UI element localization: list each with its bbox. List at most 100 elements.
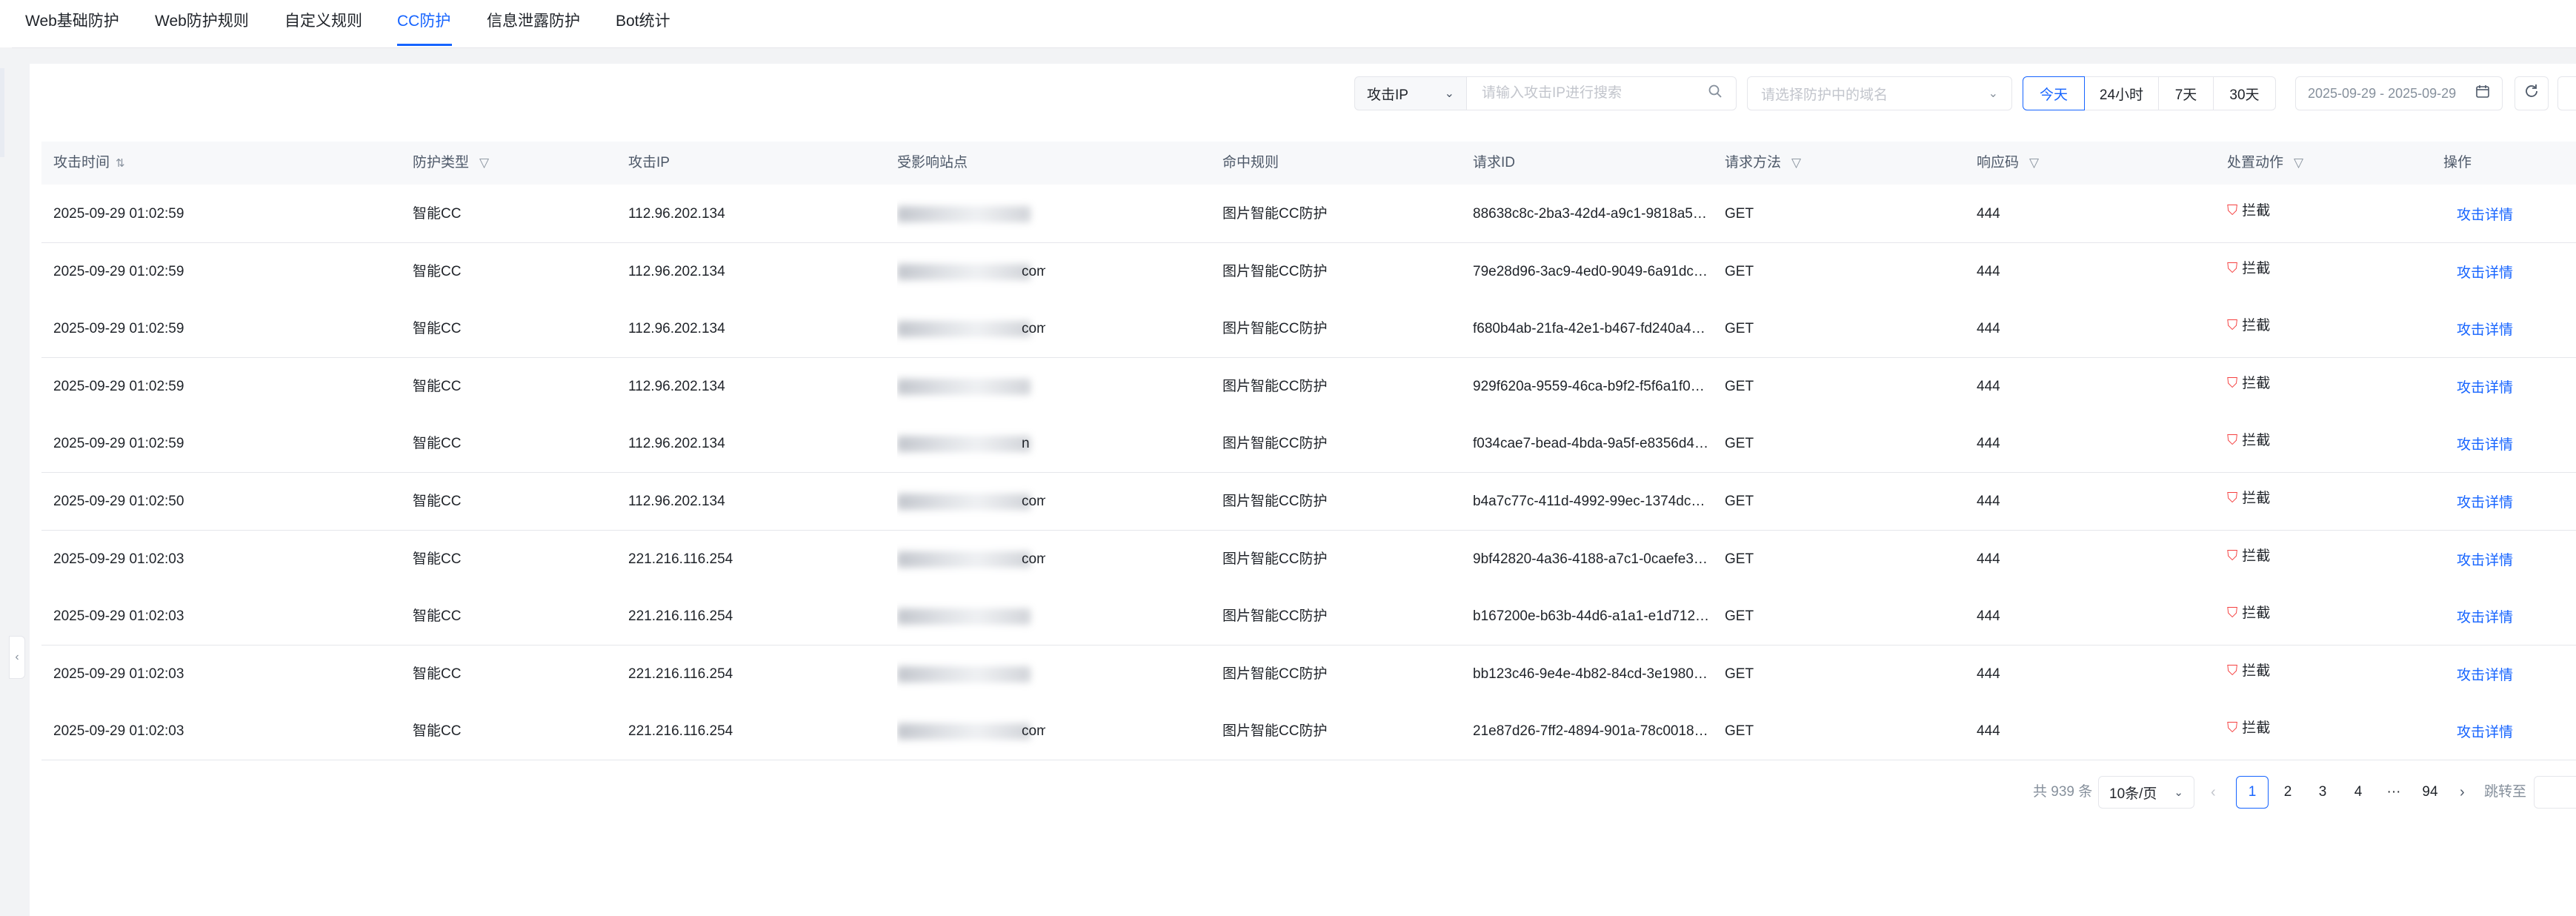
action-cell: ⛉ 拦截 <box>2227 585 2270 642</box>
affected-site-cell <box>897 588 1045 645</box>
request-method-cell: GET <box>1725 263 1754 279</box>
attack-detail-link[interactable]: 攻击详情 <box>2457 647 2513 704</box>
filter-icon[interactable]: ▽ <box>2029 142 2039 185</box>
table-row: 2025-09-29 01:02:59 智能CC 112.96.202.134 n 图片… <box>41 415 2576 474</box>
affected-site-cell: com <box>897 300 1045 357</box>
collapse-handle[interactable]: ‹ <box>9 636 25 679</box>
attack-detail-link[interactable]: 攻击详情 <box>2457 302 2513 359</box>
action-cell: ⛉ 拦截 <box>2227 643 2270 700</box>
page-jump-input[interactable] <box>2534 776 2576 809</box>
action-label: 拦截 <box>2242 663 2271 679</box>
attack-time-cell: 2025-09-29 01:02:03 <box>53 608 184 625</box>
domain-select[interactable]: 请选择防护中的域名 ⌄ <box>1747 76 2012 110</box>
filter-icon[interactable]: ▽ <box>2294 142 2303 185</box>
page-item-1[interactable]: 1 <box>2236 776 2269 809</box>
attack-detail-link[interactable]: 攻击详情 <box>2457 187 2513 244</box>
column-label: 处置动作 <box>2227 155 2284 170</box>
next-page-icon[interactable]: › <box>2460 781 2465 803</box>
redacted-site-blur <box>897 321 1031 338</box>
range-7d-button[interactable]: 7天 <box>2159 76 2214 110</box>
action-cell: ⛉ 拦截 <box>2227 470 2270 527</box>
tab-info-leak-protection[interactable]: 信息泄露防护 <box>487 10 580 33</box>
action-label: 拦截 <box>2242 605 2271 622</box>
protection-type-cell: 智能CC <box>413 723 462 740</box>
time-range-group: 今天 24小时 7天 30天 <box>2023 76 2276 110</box>
protection-type-cell: 智能CC <box>413 263 462 279</box>
attack-detail-link[interactable]: 攻击详情 <box>2457 589 2513 646</box>
redacted-site-blur <box>897 206 1031 222</box>
attack-ip-cell: 112.96.202.134 <box>628 206 725 222</box>
filter-icon[interactable]: ▽ <box>1791 142 1801 185</box>
response-code-cell: 444 <box>1977 378 2000 394</box>
column-header-attack-time[interactable]: 攻击时间 ⇅ <box>53 142 125 185</box>
range-today-button[interactable]: 今天 <box>2023 76 2085 110</box>
attack-detail-link[interactable]: 攻击详情 <box>2457 359 2513 416</box>
hit-rule-cell: 图片智能CC防护 <box>1222 436 1328 452</box>
refresh-button[interactable] <box>2515 76 2549 110</box>
column-header-hit-rule: 命中规则 <box>1222 155 1279 170</box>
page-item-3[interactable]: 3 <box>2306 776 2339 809</box>
site-visible-tail: com <box>1022 494 1045 509</box>
tab-custom-rules[interactable]: 自定义规则 <box>284 10 362 33</box>
attack-detail-link[interactable]: 攻击详情 <box>2457 416 2513 474</box>
chevron-down-icon: ⌄ <box>2174 786 2183 799</box>
page-item-2[interactable]: 2 <box>2272 776 2304 809</box>
page-ellipsis[interactable]: ··· <box>2377 776 2410 809</box>
table-row: 2025-09-29 01:02:03 智能CC 221.216.116.254 图片… <box>41 585 2576 646</box>
action-cell: ⛉ 拦截 <box>2227 297 2270 354</box>
range-30d-button[interactable]: 30天 <box>2214 76 2276 110</box>
table-header: 攻击时间 ⇅ 防护类型 ▽ 攻击IP 受影响站点 命中规则 请求ID 请求方法 ▽ 响… <box>41 142 2576 185</box>
action-label: 拦截 <box>2242 375 2271 391</box>
tab-bot-stats[interactable]: Bot统计 <box>616 10 670 33</box>
chevron-left-icon: ‹ <box>15 651 19 663</box>
tab-web-protection-rules[interactable]: Web防护规则 <box>155 10 249 33</box>
affected-site-cell: com <box>897 473 1045 530</box>
search-box <box>1467 76 1737 110</box>
table-row: 2025-09-29 01:02:03 智能CC 221.216.116.254 co… <box>41 700 2576 761</box>
tab-cc-protection[interactable]: CC防护 <box>397 10 450 33</box>
tab-web-basic-protection[interactable]: Web基础防护 <box>25 10 119 33</box>
column-header-operations: 操作 <box>2443 155 2472 170</box>
attack-time-cell: 2025-09-29 01:02:03 <box>53 551 184 567</box>
hit-rule-cell: 图片智能CC防护 <box>1222 723 1328 740</box>
filter-type-select[interactable]: 攻击IP ⌄ <box>1354 76 1467 110</box>
date-range-picker[interactable]: 2025-09-29 - 2025-09-29 <box>2295 76 2503 110</box>
request-id-cell: f680b4ab-21fa-42e1-b467-fd240a4a… <box>1473 321 1710 337</box>
filter-icon[interactable]: ▽ <box>479 142 489 185</box>
attack-detail-link[interactable]: 攻击详情 <box>2457 474 2513 531</box>
affected-site-cell <box>897 358 1045 415</box>
redacted-site-blur <box>897 436 1031 453</box>
shield-block-icon: ⛉ <box>2227 605 2238 622</box>
request-method-cell: GET <box>1725 321 1754 337</box>
affected-site-cell <box>897 645 1045 703</box>
affected-site-cell <box>897 185 1045 242</box>
attack-detail-link[interactable]: 攻击详情 <box>2457 704 2513 761</box>
search-input[interactable] <box>1480 84 1708 102</box>
action-label: 拦截 <box>2242 260 2271 276</box>
settings-button[interactable] <box>2557 76 2576 110</box>
attack-detail-link[interactable]: 攻击详情 <box>2457 532 2513 589</box>
attack-detail-link[interactable]: 攻击详情 <box>2457 245 2513 302</box>
hit-rule-cell: 图片智能CC防护 <box>1222 666 1328 682</box>
page-item-4[interactable]: 4 <box>2342 776 2374 809</box>
sort-icon[interactable]: ⇅ <box>116 142 125 185</box>
range-24h-button[interactable]: 24小时 <box>2085 76 2159 110</box>
table-row: 2025-09-29 01:02:59 智能CC 112.96.202.134 图片智… <box>41 185 2576 243</box>
action-label: 拦截 <box>2242 318 2271 334</box>
redacted-site-blur <box>897 263 1031 280</box>
hit-rule-cell: 图片智能CC防护 <box>1222 378 1328 394</box>
action-cell: ⛉ 拦截 <box>2227 700 2270 757</box>
table-row: 2025-09-29 01:02:59 智能CC 112.96.202.134 com… <box>41 297 2576 359</box>
chevron-down-icon: ⌄ <box>1444 87 1454 100</box>
search-icon[interactable] <box>1708 84 1723 103</box>
affected-site-cell: com <box>897 243 1045 300</box>
hit-rule-cell: 图片智能CC防护 <box>1222 321 1328 337</box>
attack-ip-cell: 112.96.202.134 <box>628 494 725 509</box>
request-method-cell: GET <box>1725 551 1754 567</box>
prev-page-icon[interactable]: ‹ <box>2211 781 2216 803</box>
attack-ip-cell: 112.96.202.134 <box>628 436 725 452</box>
pagination-total: 共 939 条 <box>2033 784 2093 800</box>
page-item-last[interactable]: 94 <box>2414 776 2446 809</box>
column-header-affected-site: 受影响站点 <box>897 155 968 170</box>
page-size-select[interactable]: 10条/页 ⌄ <box>2098 776 2194 809</box>
